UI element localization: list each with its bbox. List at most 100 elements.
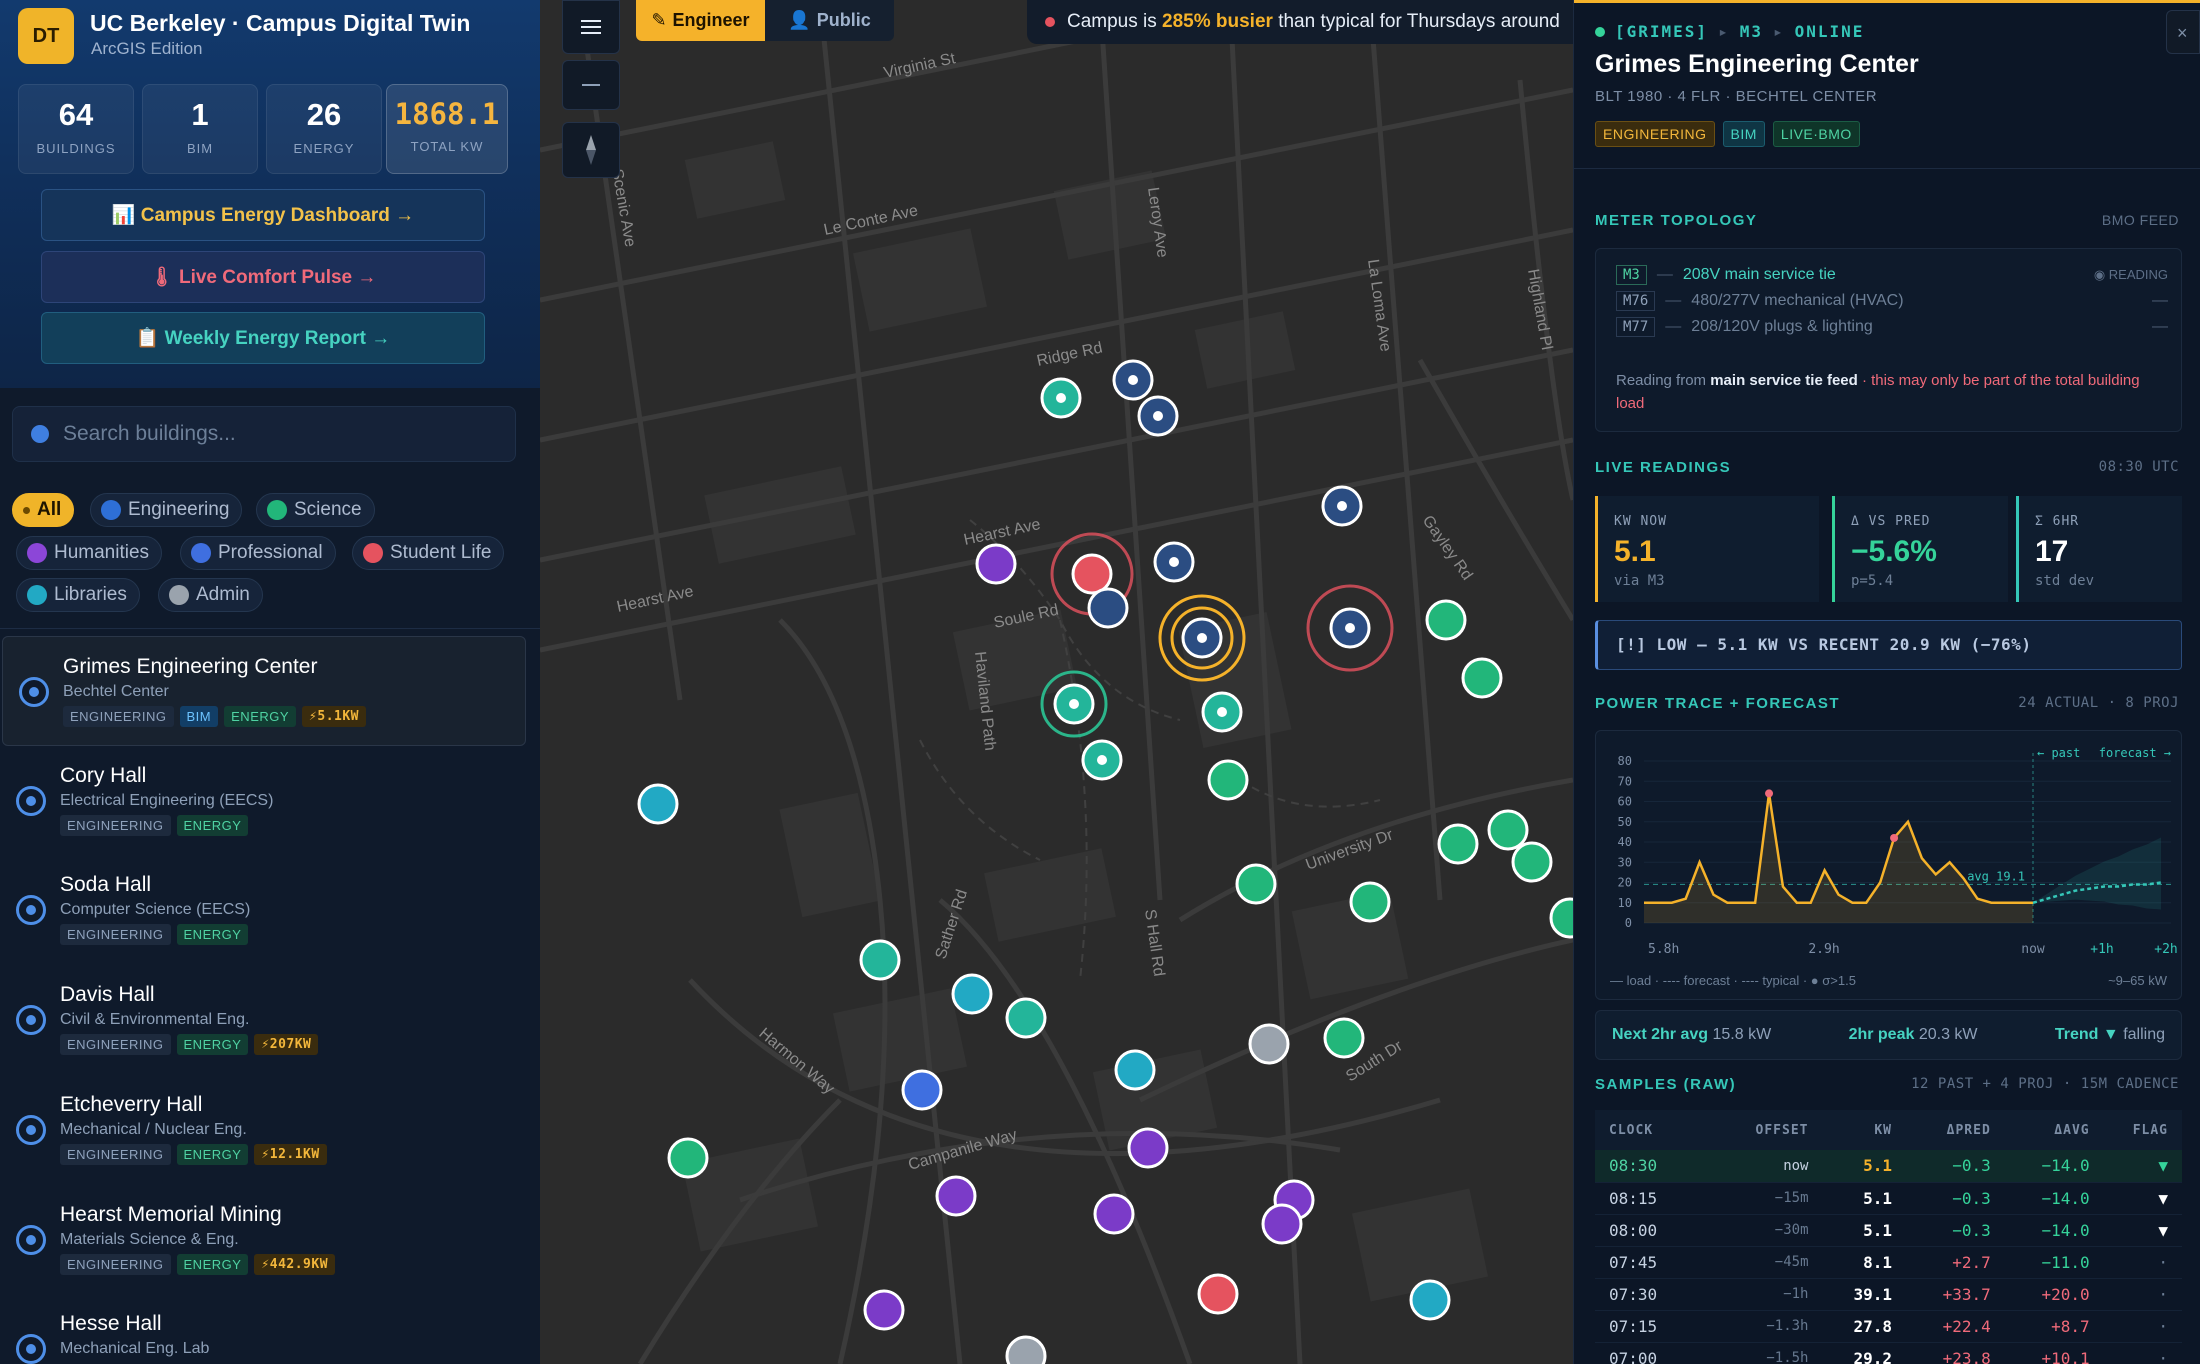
weekly-energy-report-button[interactable]: 📋 Weekly Energy Report → [41, 312, 485, 364]
filter-libraries[interactable]: Libraries [16, 578, 140, 612]
building-item[interactable]: Grimes Engineering Center Bechtel Center… [2, 636, 526, 746]
feather-icon[interactable] [1127, 1127, 1169, 1169]
gear-icon [16, 1225, 46, 1255]
briefcase-icon[interactable] [901, 1069, 943, 1111]
mode-toggle[interactable]: ✎ Engineer 👤 Public [636, 0, 894, 41]
section-meta: 24 ACTUAL · 8 PROJ [2018, 695, 2179, 711]
stat-value: 1 [191, 97, 209, 132]
flask-icon[interactable] [1323, 1017, 1365, 1059]
filter-admin[interactable]: Admin [158, 578, 263, 612]
campus-map[interactable]: Virginia St Le Conte Ave Ridge Rd Hearst… [540, 0, 1573, 1364]
building-item[interactable]: Hearst Memorial Mining Materials Science… [0, 1185, 540, 1295]
street-label: Campanile Way [906, 1127, 1019, 1174]
live-comfort-pulse-button[interactable]: 🌡 Live Comfort Pulse → [41, 251, 485, 303]
meter-row[interactable]: M77 — 208/120V plugs & lighting — [1616, 317, 2168, 337]
cell-flag: · [2103, 1246, 2182, 1279]
tag: ENGINEERING [63, 706, 174, 727]
flask-icon[interactable] [1349, 881, 1391, 923]
flask-icon[interactable] [1461, 657, 1503, 699]
table-row[interactable]: 07:45 −45m 8.1 +2.7 −11.0 · [1595, 1246, 2182, 1279]
filter-professional[interactable]: Professional [180, 536, 336, 570]
book-icon[interactable] [1005, 997, 1047, 1039]
mode-engineer-button[interactable]: ✎ Engineer [636, 0, 765, 41]
book-icon[interactable] [1114, 1049, 1156, 1091]
gear-icon[interactable] [1087, 587, 1129, 629]
building-item[interactable]: Hesse Hall Mechanical Eng. Lab [0, 1294, 540, 1364]
chart-range: ~9–65 kW [2108, 973, 2168, 988]
meter-row[interactable]: M3 — 208V main service tie ◉ READING [1616, 265, 2168, 285]
breadcrumb: [GRIMES] ▸ M3 ▸ ONLINE [1595, 22, 1864, 41]
flask-icon[interactable] [1425, 599, 1467, 641]
table-row[interactable]: 08:30 now 5.1 −0.3 −14.0 ▼ [1595, 1150, 2182, 1183]
feather-icon[interactable] [975, 543, 1017, 585]
table-row[interactable]: 08:00 −30m 5.1 −0.3 −14.0 ▼ [1595, 1214, 2182, 1247]
building-item[interactable]: Davis Hall Civil & Environmental Eng. EN… [0, 965, 540, 1075]
briefcase-icon[interactable] [637, 783, 679, 825]
tag: ENGINEERING [60, 924, 171, 945]
filter-all[interactable]: All [12, 493, 75, 527]
filter-science[interactable]: Science [256, 493, 375, 527]
forecast-band [2033, 837, 2161, 910]
filter-humanities[interactable]: Humanities [16, 536, 163, 570]
street-label: Gayley Rd [1419, 513, 1476, 584]
filter-engineering[interactable]: Engineering [90, 493, 243, 527]
search-input[interactable] [63, 422, 503, 446]
flask-icon[interactable] [1071, 553, 1113, 595]
page-title: Grimes Engineering Center [1595, 50, 1919, 78]
filter-label: Humanities [54, 542, 150, 563]
meter-row[interactable]: M76 — 480/277V mechanical (HVAC) — [1616, 291, 2168, 311]
columns-icon[interactable] [1005, 1335, 1047, 1364]
cell-flag: · [2103, 1278, 2182, 1311]
flask-icon[interactable] [1235, 863, 1277, 905]
section-meta: BMO FEED [2101, 212, 2179, 228]
building-item[interactable]: Soda Hall Computer Science (EECS) ENGINE… [0, 855, 540, 965]
close-button[interactable]: × [2166, 10, 2200, 54]
anomaly-point [1890, 833, 1899, 842]
table-row[interactable]: 07:15 −1.3h 27.8 +22.4 +8.7 · [1595, 1310, 2182, 1343]
columns-icon[interactable] [1248, 1023, 1290, 1065]
book-icon[interactable] [951, 973, 993, 1015]
campus-energy-dashboard-button[interactable]: 📊 Campus Energy Dashboard → [41, 189, 485, 241]
flask-icon[interactable] [1511, 841, 1553, 883]
building-item[interactable]: Etcheverry Hall Mechanical / Nuclear Eng… [0, 1075, 540, 1185]
avg-annotation: avg 19.1 [1967, 869, 2025, 883]
person-icon: 👤 [788, 10, 811, 30]
dot-icon [23, 506, 30, 514]
flask-icon[interactable] [667, 1137, 709, 1179]
divider [1574, 168, 2200, 169]
coffee-icon[interactable] [1197, 1273, 1239, 1315]
kpi-card-kw-now: KW NOW 5.1 via M3 [1595, 496, 1819, 602]
stat-total-kw: 1868.1 TOTAL KW [386, 84, 508, 174]
panel-accent-bar [1574, 0, 2200, 3]
zoom-out-button[interactable] [562, 60, 620, 110]
flask-icon[interactable] [1207, 759, 1249, 801]
cell-dpred: −0.3 [1905, 1182, 2005, 1215]
compass-button[interactable] [562, 122, 620, 178]
table-row[interactable]: 07:00 −1.5h 29.2 +23.8 +10.1 · [1595, 1342, 2182, 1364]
book-icon[interactable] [859, 939, 901, 981]
cell-clock: 07:30 [1595, 1278, 1717, 1311]
building-subtitle: Bechtel Center [63, 683, 169, 700]
flask-icon[interactable] [1549, 897, 1573, 939]
menu-button[interactable] [562, 0, 620, 54]
cell-dpred: −0.3 [1905, 1150, 2005, 1183]
map-canvas[interactable]: Virginia St Le Conte Ave Ridge Rd Hearst… [540, 0, 1573, 1364]
table-row[interactable]: 08:15 −15m 5.1 −0.3 −14.0 ▼ [1595, 1182, 2182, 1215]
table-row[interactable]: 07:30 −1h 39.1 +33.7 +20.0 · [1595, 1278, 2182, 1311]
filter-student-life[interactable]: Student Life [352, 536, 505, 570]
building-item[interactable]: Cory Hall Electrical Engineering (EECS) … [0, 746, 540, 856]
cell-flag: · [2103, 1342, 2182, 1364]
meter-status: — [2152, 318, 2168, 335]
cell-dpred: −0.3 [1905, 1214, 2005, 1247]
flask-icon[interactable] [1437, 823, 1479, 865]
status-badge: BIM [1722, 121, 1765, 147]
feather-icon[interactable] [1093, 1193, 1135, 1235]
book-icon [27, 585, 47, 605]
flask-icon[interactable] [1487, 809, 1529, 851]
mode-public-button[interactable]: 👤 Public [765, 0, 894, 41]
feather-icon[interactable] [863, 1289, 905, 1331]
book-icon[interactable] [1409, 1279, 1451, 1321]
search-bar[interactable] [12, 406, 516, 462]
feather-icon[interactable] [1261, 1203, 1303, 1245]
feather-icon[interactable] [935, 1175, 977, 1217]
